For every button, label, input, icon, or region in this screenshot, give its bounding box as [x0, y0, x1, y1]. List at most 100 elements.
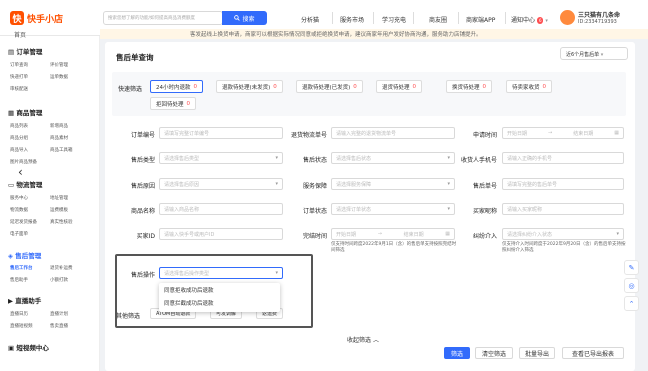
arbitration-label: 纠纷介入	[472, 233, 497, 240]
sidebar-item[interactable]: 评价管理	[50, 62, 68, 68]
sidebar-item-active[interactable]: 售后工作台	[10, 265, 33, 271]
notice-banner: 客发起线上换货申请，商家可以根据实际情况同意或拒绝换货申请，建议商家年用户发好协…	[100, 29, 648, 39]
sidebar-item[interactable]: 图片商品预备	[10, 159, 37, 165]
sidebar-item[interactable]: 售后助手	[10, 277, 28, 283]
calendar-icon: ▦	[445, 231, 450, 237]
quick-filter-chip[interactable]: 退款待处理(未发货) 0	[216, 80, 283, 93]
reset-button[interactable]: 清空筛选	[475, 347, 513, 359]
sidebar-item[interactable]: 电子面单	[10, 231, 28, 237]
complete-time-range-picker[interactable]: 开始日期 → 结束日期 ▦	[331, 228, 455, 240]
order-status-select[interactable]: 请选择订单状态 ▾	[331, 203, 455, 215]
sidebar-section-short-video[interactable]: ▣ 短视频中心	[8, 342, 49, 352]
sidebar-item[interactable]: 新增商品	[50, 123, 68, 129]
chip-label: 退款待处理(未发货)	[222, 84, 271, 91]
sidebar-item[interactable]: 运单数据	[50, 74, 68, 80]
sidebar-section-after-sales[interactable]: ◈ 售后管理	[8, 250, 41, 260]
section-label: 物流管理	[16, 181, 43, 189]
quick-filter-chip[interactable]: 24小时内退款 0	[150, 80, 203, 93]
sidebar-item[interactable]: 直播短视频	[10, 323, 33, 329]
chevron-down-icon: ▾	[447, 181, 450, 187]
apply-time-range-picker[interactable]: 开始日期 → 结束日期 ▦	[502, 127, 624, 139]
sidebar-top-truncated[interactable]: 首页	[14, 30, 26, 39]
sidebar-item[interactable]: 运费模板	[50, 207, 68, 213]
nav-analytics[interactable]: 分析猫	[301, 15, 319, 24]
collapse-filters-toggle[interactable]: 收起筛选 ︿	[347, 335, 379, 344]
quick-filter-chip[interactable]: 拒回待处理 0	[150, 97, 197, 110]
sidebar-section-products[interactable]: ▦ 商品管理	[8, 107, 42, 117]
service-guarantee-select[interactable]: 请选择服务保障 ▾	[331, 178, 455, 190]
sidebar-item[interactable]: 售卖直播	[50, 323, 68, 329]
search-submit-button[interactable]: 筛选	[444, 347, 470, 359]
chip-label: 换货待处理	[452, 84, 480, 91]
global-search-input[interactable]: 搜索您想了解的功能/如何提高商品消费额度	[103, 11, 223, 25]
after-status-select[interactable]: 请选择售后状态 ▾	[331, 152, 455, 164]
after-no-input[interactable]: 请填写完整的售后单号	[502, 178, 624, 190]
chat-icon[interactable]: ◎	[624, 278, 639, 293]
sidebar-item[interactable]: 直播日历	[10, 311, 28, 317]
quick-filter-chip[interactable]: 退款待处理(已发货) 0	[296, 80, 363, 93]
nav-learning[interactable]: 学习充电	[382, 15, 406, 24]
sidebar-collapse-chevron-icon[interactable]: ‹	[18, 165, 23, 179]
nav-notification-center[interactable]: 通知中心 6 ▾	[511, 15, 548, 24]
return-waybill-input[interactable]: 请输入完整的退货物流单号	[331, 127, 455, 139]
avatar[interactable]	[560, 10, 575, 25]
app-name[interactable]: 快手小店	[27, 12, 63, 25]
quick-filter-chip[interactable]: 退货待处理 0	[376, 80, 423, 93]
range-select[interactable]: 近6个月售后单 ▾	[560, 47, 628, 60]
sidebar-item[interactable]: 商品工具箱	[50, 147, 73, 153]
sidebar-item[interactable]: 商品素材	[50, 135, 68, 141]
sidebar-item[interactable]: 订单查询	[10, 62, 28, 68]
shop-name[interactable]: 三只猫有几条命	[578, 10, 620, 19]
chevron-down-icon: ▾	[275, 155, 278, 161]
select-placeholder: 请选择售后类型	[164, 155, 200, 162]
sidebar-item[interactable]: 服务中心	[10, 195, 28, 201]
sidebar-item[interactable]: 小额打款	[50, 277, 68, 283]
sidebar-item[interactable]: 地址管理	[50, 195, 68, 201]
notification-label: 通知中心	[511, 17, 536, 24]
sidebar-item[interactable]: 商品分组	[10, 135, 28, 141]
sidebar-item[interactable]: 物流数据	[10, 207, 28, 213]
quick-filter-chip[interactable]: 待卖家收货 0	[506, 80, 553, 93]
orders-icon: ▤	[8, 48, 15, 56]
page-title: 售后单查询	[116, 53, 154, 62]
sidebar-item[interactable]: 快递打单	[10, 74, 28, 80]
global-search-button[interactable]: 搜索	[222, 11, 267, 25]
arbitration-select[interactable]: 请选择纠纷介入状态 ▾	[502, 228, 624, 240]
sidebar-section-orders[interactable]: ▤ 订单管理	[8, 46, 42, 56]
sidebar-item[interactable]: 直播计划	[50, 311, 68, 317]
view-exported-reports-button[interactable]: 查看已导出报表	[562, 347, 624, 359]
shop-id: ID:2334719393	[578, 19, 617, 25]
nav-merchant-app[interactable]: 商家端APP	[466, 15, 495, 24]
order-no-input[interactable]: 请填写完整订单编号	[159, 127, 283, 139]
sidebar-item[interactable]: 退货补运费	[50, 265, 73, 271]
receiver-phone-label: 收货人手机号	[460, 157, 497, 164]
sidebar-item[interactable]: 商品列表	[10, 123, 28, 129]
sidebar-section-live[interactable]: ▶ 直播助手	[8, 295, 41, 305]
complete-time-label: 完结时间	[302, 233, 327, 240]
select-placeholder: 请选择纠纷介入状态	[507, 231, 553, 238]
chip-label: 退货待处理	[382, 84, 410, 91]
quick-filter-chip[interactable]: 换货待处理 0	[446, 80, 493, 93]
sidebar-item[interactable]: 真实性核验	[50, 219, 73, 225]
edit-icon[interactable]: ✎	[624, 260, 639, 275]
buyer-nick-input[interactable]: 请输入买家昵称	[502, 203, 624, 215]
buyer-id-input[interactable]: 请输入快手号或用户ID	[159, 228, 283, 240]
nav-service-market[interactable]: 服务市场	[340, 15, 364, 24]
sidebar-item[interactable]: 商品导入	[10, 147, 28, 153]
sidebar-item[interactable]: 审核配送	[10, 86, 28, 92]
scroll-top-icon[interactable]: ⌃	[624, 296, 639, 311]
section-label: 订单管理	[16, 48, 43, 56]
calendar-icon: ▦	[614, 130, 619, 136]
after-type-select[interactable]: 请选择售后类型 ▾	[159, 152, 283, 164]
chip-count: 0	[353, 83, 357, 90]
sidebar-item[interactable]: 延迟发货报备	[10, 219, 37, 225]
chevron-down-icon: ▾	[447, 206, 450, 212]
after-reason-select[interactable]: 请选择售后原因 ▾	[159, 178, 283, 190]
nav-community[interactable]: 商友圈	[429, 15, 447, 24]
logo-icon[interactable]: 快	[10, 11, 24, 25]
receiver-phone-input[interactable]: 请输入正确的手机号	[502, 152, 624, 164]
sidebar-section-logistics[interactable]: ▭ 物流管理	[8, 179, 42, 189]
video-icon: ▣	[8, 344, 15, 352]
product-name-input[interactable]: 请输入商品名称	[159, 203, 283, 215]
batch-export-button[interactable]: 批量导出	[519, 347, 555, 359]
